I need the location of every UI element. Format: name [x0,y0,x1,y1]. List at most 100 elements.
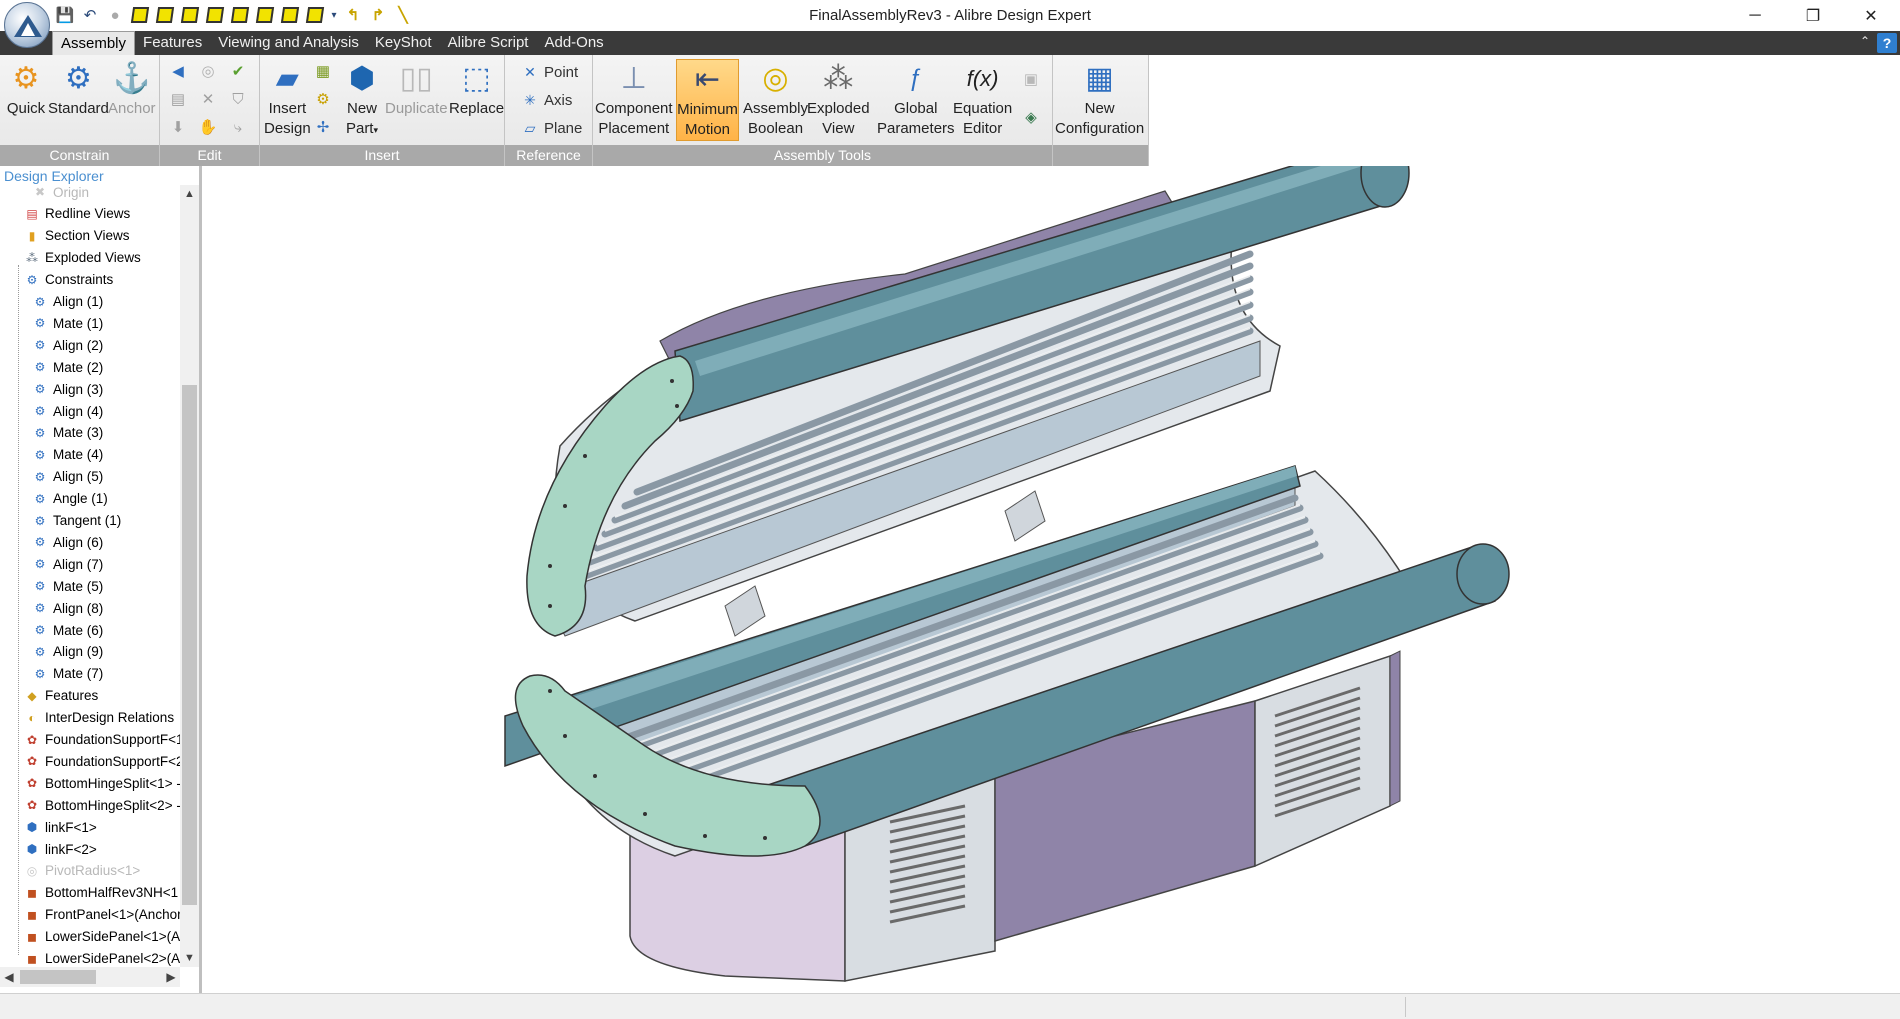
close-button[interactable]: ✕ [1842,0,1900,31]
global-parameters-button[interactable]: ƒ Global Parameters [877,59,955,139]
tree-item[interactable]: ⚙ Align (1) [0,291,180,313]
minimize-button[interactable]: ─ [1726,0,1784,31]
hinge-right[interactable] [1004,490,1046,542]
tree-item[interactable]: ◆ Features [0,685,180,707]
tree-item[interactable]: ⚙ Align (2) [0,334,180,356]
collapse-ribbon-icon[interactable]: ⌃ [1860,34,1870,48]
replace-button[interactable]: ⬚ Replace [449,59,504,119]
new-configuration-icon: ▦ [1085,62,1114,95]
tree-item-label: Align (7) [53,556,104,572]
tree-item[interactable]: ◼ LowerSidePanel<2>(A [0,948,180,968]
gear-icon[interactable]: ⚙ [313,89,333,109]
tree-item[interactable]: ⚙ Mate (2) [0,356,180,378]
edit-properties-icon[interactable]: ▤ [168,89,188,109]
new-part-button[interactable]: ⬢ New Part▾ [340,59,384,140]
explorer-vertical-scrollbar[interactable]: ▲ ▼ [180,185,199,967]
equation-editor-button[interactable]: f(x) Equation Editor [953,59,1012,139]
explorer-hscroll-thumb[interactable] [20,970,96,984]
scroll-right-icon[interactable]: ▶ [162,967,180,987]
tree-item-label: Angle (1) [53,491,108,507]
part-icon: ◼ [27,907,37,922]
tree-item[interactable]: ⚙ Align (9) [0,641,180,663]
tree-item[interactable]: ⚙ Constraints [0,269,180,291]
scroll-up-icon[interactable]: ▲ [180,185,199,203]
tree-item[interactable]: ⚙ Align (6) [0,531,180,553]
tab-keyshot[interactable]: KeyShot [367,31,440,55]
status-bar [0,993,1900,1019]
tree-item[interactable]: ⚙ Mate (6) [0,619,180,641]
anchor-button[interactable]: ⚓ Anchor [108,59,156,119]
tree-item[interactable]: ◼ BottomHalfRev3NH<1 [0,882,180,904]
tree-item[interactable]: ◼ LowerSidePanel<1>(A [0,926,180,948]
tree-item[interactable]: ⚙ Mate (4) [0,444,180,466]
restore-button[interactable]: ❐ [1784,0,1842,31]
edit-delete-icon[interactable]: ✕ [198,89,218,109]
tanning-bed-model[interactable] [205,166,1900,993]
tree-item[interactable]: ⚙ Align (5) [0,466,180,488]
edit-cycle-icon[interactable]: ◎ [198,61,218,81]
edit-check-icon[interactable]: ✔ [228,61,248,81]
tree-item[interactable]: ⚙ Angle (1) [0,488,180,510]
tree-item[interactable]: ⚙ Align (8) [0,597,180,619]
tree-item[interactable]: ✿ BottomHingeSplit<2> - [0,794,180,816]
tree-item[interactable]: ◎ PivotRadius<1> [0,860,180,882]
axis-button[interactable]: ✳ Axis [521,91,572,109]
tab-assembly[interactable]: Assembly [52,31,136,55]
exploded-view-button[interactable]: ⁂ Exploded View [807,59,870,139]
tree-item[interactable]: ◐ InterDesign Relations [0,707,180,729]
tree-item[interactable]: ▤ Redline Views [0,203,180,225]
tree-item[interactable]: ⚙ Align (4) [0,400,180,422]
tab-features[interactable]: Features [135,31,210,55]
tree-item[interactable]: ⚙ Mate (5) [0,575,180,597]
tree-item[interactable]: ▮ Section Views [0,225,180,247]
application-logo-icon[interactable] [4,2,50,48]
new-configuration-button[interactable]: ▦ New Configuration [1055,59,1144,139]
tree-item-label: FrontPanel<1>(Anchor [45,907,180,923]
explorer-scroll-thumb[interactable] [182,385,197,905]
tree-item[interactable]: ⁂ Exploded Views [0,247,180,269]
tab-add-ons[interactable]: Add-Ons [536,31,611,55]
edit-hand-icon[interactable]: ✋ [198,117,218,137]
insert-design-button[interactable]: ▰ Insert Design [264,59,311,139]
scroll-down-icon[interactable]: ▼ [180,949,199,967]
minimum-motion-button[interactable]: ⇤ Minimum Motion [676,59,739,141]
assembly-icon[interactable]: ✢ [313,117,333,137]
tree-item[interactable]: ⚙ Mate (7) [0,663,180,685]
edit-shield-icon[interactable]: ⛉ [228,89,248,109]
3d-viewport[interactable] [205,166,1900,993]
tree-item[interactable]: ⬢ linkF<2> [0,838,180,860]
tree-item[interactable]: ✿ BottomHingeSplit<1> - [0,772,180,794]
point-button[interactable]: ✕ Point [521,63,578,81]
hinge-left[interactable] [724,585,766,637]
standard-constraint-button[interactable]: ⚙ Standard [48,59,109,119]
tree-item[interactable]: ✿ FoundationSupportF<1 [0,729,180,751]
edit-arrow-icon[interactable]: ⤷ [228,117,248,137]
part-icon: ◼ [27,885,37,900]
assembly-boolean-button[interactable]: ◎ Assembly Boolean [743,59,808,139]
tab-alibre-script[interactable]: Alibre Script [440,31,537,55]
tree-item[interactable]: ◼ FrontPanel<1>(Anchor [0,904,180,926]
component-placement-button[interactable]: ⊥ Component Placement [595,59,673,139]
anchor-icon: ⚓ [113,62,151,95]
tree-item[interactable]: ⚙ Mate (3) [0,422,180,444]
help-icon[interactable]: ? [1877,33,1897,53]
component-color-icon[interactable]: ◈ [1021,107,1041,127]
duplicate-button[interactable]: ▯▯ Duplicate [385,59,448,119]
plane-button[interactable]: ▱ Plane [521,119,583,137]
tree-item-label: BottomHingeSplit<2> - [45,797,180,813]
tree-item[interactable]: ⚙ Mate (1) [0,312,180,334]
tree-item[interactable]: ⚙ Align (7) [0,553,180,575]
tree-item[interactable]: ✖ Origin [0,185,180,203]
quick-constraint-button[interactable]: ⚙ Quick [4,59,48,119]
explorer-horizontal-scrollbar[interactable]: ◀ ▶ [0,967,180,987]
tree-item[interactable]: ⚙ Tangent (1) [0,510,180,532]
edit-cursor-icon[interactable]: ⬇ [168,117,188,137]
tree-item[interactable]: ⬢ linkF<1> [0,816,180,838]
tree-item[interactable]: ✿ FoundationSupportF<2 [0,750,180,772]
tree-item[interactable]: ⚙ Align (3) [0,378,180,400]
tab-viewing-and-analysis[interactable]: Viewing and Analysis [210,31,367,55]
lock-part-icon[interactable]: ▣ [1021,69,1041,89]
pattern-icon[interactable]: ▦ [313,61,333,81]
scroll-left-icon[interactable]: ◀ [0,967,18,987]
edit-undo-icon[interactable]: ◀ [168,61,188,81]
